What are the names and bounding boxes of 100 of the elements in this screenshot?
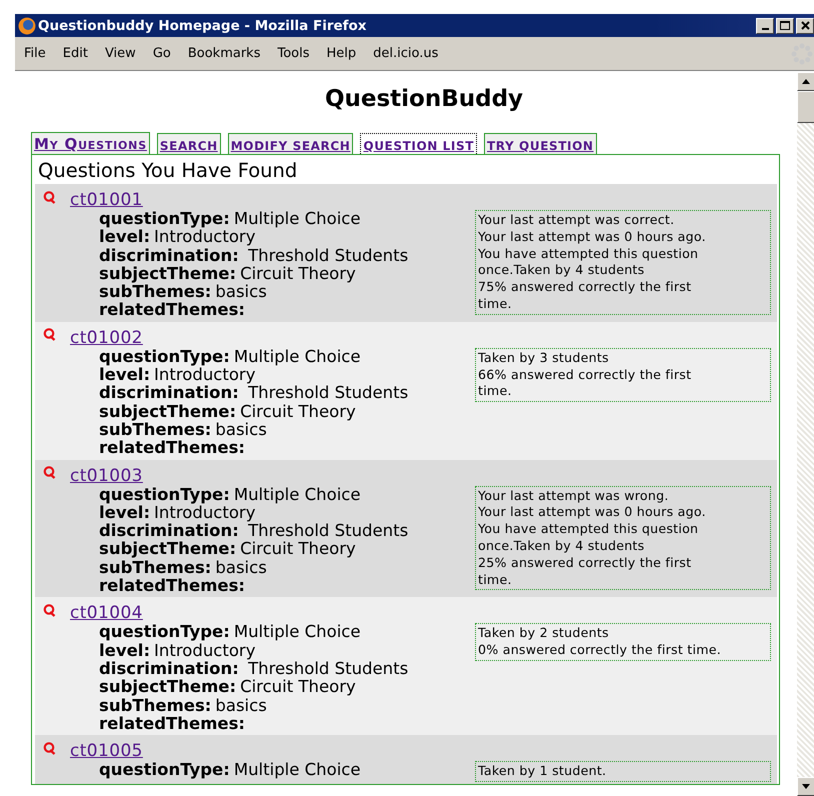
scroll-down-button[interactable] <box>797 777 814 796</box>
field-value: Multiple Choice <box>234 622 361 642</box>
field-value: Circuit Theory <box>240 539 356 558</box>
field-label: subjectTheme: <box>99 677 236 696</box>
close-icon <box>800 21 810 30</box>
tab[interactable]: QUESTION LIST <box>360 133 478 154</box>
stats-text: once.Taken by 4 students <box>478 262 646 280</box>
stats-text: time. <box>478 296 513 313</box>
field-value: Circuit Theory <box>240 402 356 421</box>
question-link[interactable]: ct01001 <box>70 190 143 210</box>
minimize-icon <box>762 28 768 30</box>
menu-item[interactable]: File <box>24 46 55 61</box>
menu-item[interactable]: Tools <box>277 46 319 61</box>
tab[interactable]: My Questions <box>31 132 150 154</box>
field-label: subjectTheme: <box>99 539 236 558</box>
field-label: discrimination: <box>99 383 239 402</box>
stats-text: Taken by 1 student. <box>478 763 608 780</box>
stats-text: Your last attempt was correct. <box>478 212 676 229</box>
stats-text: You have attempted this question <box>478 246 700 262</box>
stats-text: 66% answered correctly the first <box>478 366 692 384</box>
field-label: subjectTheme: <box>99 264 236 283</box>
close-button[interactable] <box>796 18 814 34</box>
field-label: level: <box>99 502 150 522</box>
down-arrow-icon <box>802 784 810 789</box>
field-label: subjectTheme: <box>99 402 236 421</box>
field-value: Circuit Theory <box>240 677 356 696</box>
field-label: relatedThemes: <box>99 714 246 733</box>
field-label: questionType: <box>99 622 230 642</box>
field-value: Introductory <box>154 227 256 246</box>
up-arrow-icon <box>802 79 810 84</box>
field-label: subThemes: <box>99 420 212 439</box>
stats-text: once.Taken by 4 students <box>478 538 646 555</box>
field-label: discrimination: <box>99 246 239 265</box>
page-title: QuestionBuddy <box>324 86 524 112</box>
stats-text: Your last attempt was wrong. <box>478 488 670 504</box>
q-icon <box>43 742 56 755</box>
field-label: level: <box>99 227 150 246</box>
field-value: basics <box>215 420 267 439</box>
field-label: subThemes: <box>99 282 212 302</box>
question-link[interactable]: ct01003 <box>70 466 143 486</box>
menu-item[interactable]: View <box>104 46 145 61</box>
question-link[interactable]: ct01002 <box>70 328 143 348</box>
minimize-button[interactable] <box>756 18 774 34</box>
stats-text: Taken by 3 students <box>478 350 610 367</box>
stats-text: Your last attempt was 0 hours ago. <box>478 228 707 246</box>
field-value: Threshold Students <box>248 521 408 540</box>
stats-text: You have attempted this question <box>478 521 700 538</box>
stats-text: Your last attempt was 0 hours ago. <box>478 504 707 522</box>
field-value: Multiple Choice <box>234 209 361 228</box>
field-value: Threshold Students <box>247 246 408 265</box>
field-value: basics <box>215 282 267 302</box>
globe-icon <box>18 16 36 34</box>
field-value: Introductory <box>154 365 256 384</box>
q-icon <box>43 466 56 480</box>
menu-item[interactable]: Edit <box>62 46 97 61</box>
stats-text: Taken by 2 students <box>478 625 610 642</box>
field-label: questionType: <box>99 209 230 228</box>
menu-item[interactable]: Bookmarks <box>188 46 270 61</box>
q-icon <box>43 328 56 342</box>
q-icon <box>43 604 56 617</box>
q-icon <box>43 190 56 204</box>
field-value: Threshold Students <box>248 383 408 402</box>
field-label: questionType: <box>99 760 230 780</box>
field-value: Multiple Choice <box>234 346 361 366</box>
stats-text: 0% answered correctly the first time. <box>478 642 722 659</box>
field-value: Multiple Choice <box>234 760 361 780</box>
stats-text: time. <box>478 572 513 588</box>
field-label: questionType: <box>99 346 230 366</box>
question-link[interactable]: ct01004 <box>70 603 143 624</box>
field-label: discrimination: <box>99 658 239 678</box>
tab[interactable]: MODIFY SEARCH <box>228 133 354 154</box>
field-label: relatedThemes: <box>99 438 246 458</box>
window-title: Questionbuddy Homepage - Mozilla Firefox <box>38 18 368 34</box>
field-value: Threshold Students <box>248 658 408 678</box>
stats-text: time. <box>478 383 513 400</box>
tab[interactable]: SEARCH <box>156 133 221 154</box>
scrollbar[interactable] <box>797 72 814 796</box>
maximize-icon <box>780 21 790 30</box>
field-value: Introductory <box>154 640 256 660</box>
field-label: relatedThemes: <box>99 300 246 320</box>
field-value: basics <box>215 696 267 715</box>
scroll-up-button[interactable] <box>797 72 814 91</box>
field-value: Circuit Theory <box>240 264 356 283</box>
menu-item[interactable]: del.icio.us <box>373 46 448 61</box>
maximize-button[interactable] <box>776 18 794 34</box>
menu-item[interactable]: Go <box>152 46 180 61</box>
question-link[interactable]: ct01005 <box>70 741 143 762</box>
field-value: basics <box>215 558 267 577</box>
field-label: questionType: <box>99 484 230 504</box>
section-heading: Questions You Have Found <box>37 159 298 182</box>
scroll-thumb[interactable] <box>797 91 814 123</box>
stats-text: 25% answered correctly the first <box>478 554 692 572</box>
stats-text: 75% answered correctly the first <box>478 279 692 296</box>
field-label: level: <box>99 640 150 660</box>
field-label: relatedThemes: <box>99 576 246 596</box>
menu-item[interactable]: Help <box>326 46 366 61</box>
field-label: level: <box>99 365 150 384</box>
tab[interactable]: TRY QUESTION <box>484 133 597 154</box>
field-value: Multiple Choice <box>234 484 361 504</box>
field-label: discrimination: <box>99 521 239 540</box>
